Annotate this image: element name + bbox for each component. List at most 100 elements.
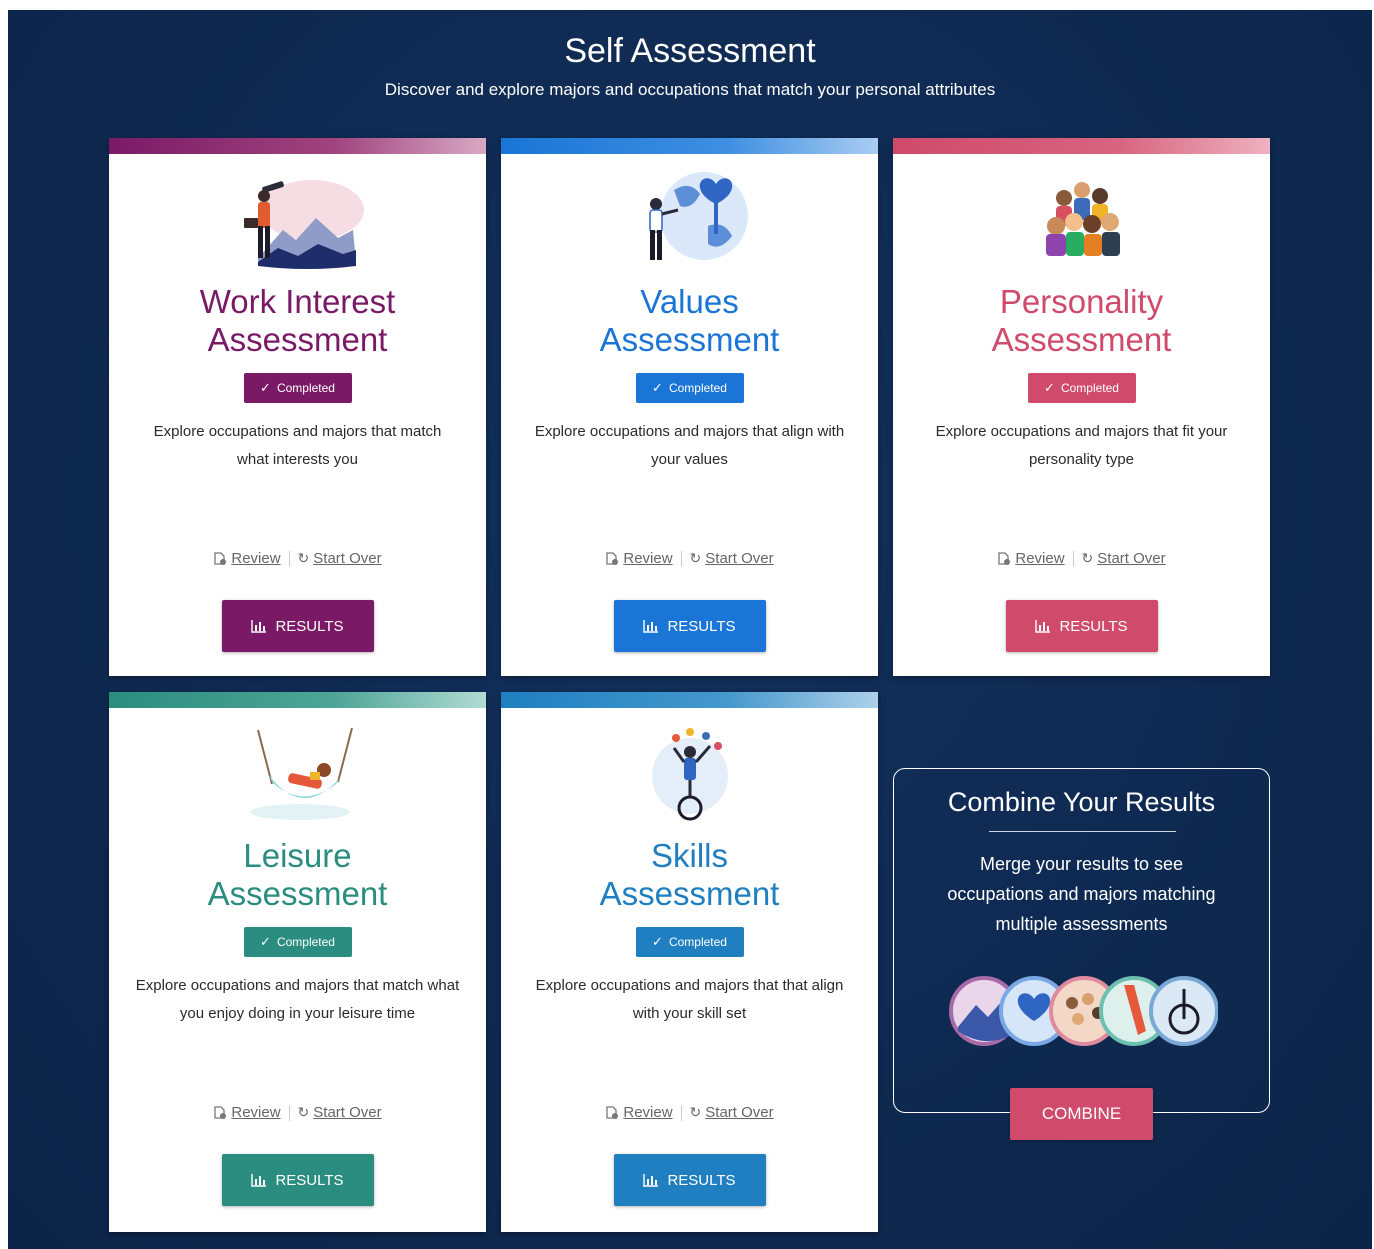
combine-results-panel: Combine Your Results Merge your results … <box>893 768 1270 1113</box>
results-button[interactable]: RESULTS <box>1005 600 1158 652</box>
results-button[interactable]: RESULTS <box>221 1154 374 1206</box>
start-over-link[interactable]: ↻ Start Over <box>690 1104 774 1121</box>
card-title-line1: Skills <box>650 837 728 874</box>
badge-label: Completed <box>1060 381 1119 395</box>
start-over-link[interactable]: ↻ Start Over <box>298 550 382 567</box>
review-label: Review <box>623 550 673 567</box>
check-icon: ✓ <box>1044 380 1055 395</box>
review-link[interactable]: Review <box>213 550 281 567</box>
completed-badge: ✓ Completed <box>243 373 352 403</box>
completed-badge: ✓ Completed <box>243 927 352 957</box>
link-divider <box>680 1104 682 1121</box>
hammock-illustration <box>249 727 353 820</box>
results-label: RESULTS <box>667 617 736 635</box>
results-label: RESULTS <box>275 617 344 635</box>
combine-button[interactable]: COMBINE <box>1010 1088 1153 1140</box>
link-divider <box>1072 550 1074 567</box>
work-interest-card: Work Interest Assessment ✓ Completed Exp… <box>109 138 486 676</box>
card-title-line2: Assessment <box>599 321 780 358</box>
card-accent-bar <box>893 138 1270 154</box>
start-over-label: Start Over <box>705 550 774 567</box>
card-title-line1: Leisure <box>243 837 352 874</box>
combine-divider <box>989 831 1176 832</box>
card-title-line1: Personality <box>999 283 1164 320</box>
results-button[interactable]: RESULTS <box>613 600 766 652</box>
card-description: Explore occupations and majors that fit … <box>935 423 1228 468</box>
card-title-line2: Assessment <box>207 321 388 358</box>
juggler-unicycle-illustration <box>651 728 728 821</box>
card-accent-bar <box>109 692 486 708</box>
card-links: Review ↻ Start Over <box>109 1104 486 1121</box>
card-accent-bar <box>501 692 878 708</box>
card-description: Explore occupations and majors that that… <box>535 977 844 1022</box>
card-links: Review ↻ Start Over <box>893 550 1270 567</box>
completed-badge: ✓ Completed <box>635 927 744 957</box>
card-description: Explore occupations and majors that alig… <box>534 423 845 468</box>
review-label: Review <box>1015 550 1065 567</box>
link-divider <box>288 1104 290 1121</box>
start-over-link[interactable]: ↻ Start Over <box>298 1104 382 1121</box>
page-background: Self Assessment Discover and explore maj… <box>8 10 1372 1249</box>
card-title-line1: Values <box>640 283 739 320</box>
review-label: Review <box>231 550 281 567</box>
start-over-label: Start Over <box>313 1104 382 1121</box>
card-accent-bar <box>109 138 486 154</box>
combine-description: Merge your results to see occupations an… <box>947 854 1216 934</box>
card-links: Review ↻ Start Over <box>501 1104 878 1121</box>
link-divider <box>680 550 682 567</box>
completed-badge: ✓ Completed <box>1027 373 1136 403</box>
combine-title: Combine Your Results <box>947 787 1216 817</box>
refresh-icon: ↻ <box>297 1104 310 1120</box>
review-label: Review <box>231 1104 281 1121</box>
link-divider <box>288 550 290 567</box>
review-icon <box>214 1105 227 1119</box>
card-title: Skills Assessment <box>501 837 878 913</box>
review-label: Review <box>623 1104 673 1121</box>
badge-label: Completed <box>276 381 335 395</box>
bar-chart-icon <box>643 620 659 633</box>
start-over-link[interactable]: ↻ Start Over <box>1082 550 1166 567</box>
review-icon <box>214 551 227 565</box>
results-label: RESULTS <box>667 1171 736 1189</box>
personality-card: Personality Assessment ✓ Completed Explo… <box>893 138 1270 676</box>
page-subtitle: Discover and explore majors and occupati… <box>384 80 996 99</box>
bar-chart-icon <box>251 1174 267 1187</box>
card-accent-bar <box>501 138 878 154</box>
page-title: Self Assessment <box>564 32 816 70</box>
card-title-line2: Assessment <box>207 875 388 912</box>
assessment-circles-image <box>949 976 1218 1046</box>
start-over-label: Start Over <box>313 550 382 567</box>
review-icon <box>606 1105 619 1119</box>
values-card: Values Assessment ✓ Completed Explore oc… <box>501 138 878 676</box>
card-description: Explore occupations and majors that matc… <box>153 423 442 468</box>
completed-badge: ✓ Completed <box>635 373 744 403</box>
review-link[interactable]: Review <box>605 1104 673 1121</box>
card-links: Review ↻ Start Over <box>109 550 486 567</box>
skills-card: Skills Assessment ✓ Completed Explore oc… <box>501 692 878 1232</box>
bar-chart-icon <box>1035 620 1051 633</box>
check-icon: ✓ <box>260 380 271 395</box>
start-over-label: Start Over <box>1097 550 1166 567</box>
check-icon: ✓ <box>652 934 663 949</box>
card-title: Leisure Assessment <box>109 837 486 913</box>
results-label: RESULTS <box>275 1171 344 1189</box>
review-icon <box>998 551 1011 565</box>
results-label: RESULTS <box>1059 617 1128 635</box>
review-link[interactable]: Review <box>213 1104 281 1121</box>
refresh-icon: ↻ <box>689 550 702 566</box>
review-link[interactable]: Review <box>605 550 673 567</box>
results-button[interactable]: RESULTS <box>221 600 374 652</box>
review-link[interactable]: Review <box>997 550 1065 567</box>
group-of-people-illustration <box>1045 182 1120 256</box>
bar-chart-icon <box>643 1174 659 1187</box>
card-title-line1: Work Interest <box>199 283 396 320</box>
badge-label: Completed <box>668 381 727 395</box>
globe-heart-illustration <box>648 172 748 260</box>
start-over-link[interactable]: ↻ Start Over <box>690 550 774 567</box>
check-icon: ✓ <box>652 380 663 395</box>
badge-label: Completed <box>276 935 335 949</box>
results-button[interactable]: RESULTS <box>613 1154 766 1206</box>
card-title: Work Interest Assessment <box>109 283 486 359</box>
refresh-icon: ↻ <box>689 1104 702 1120</box>
card-title-line2: Assessment <box>599 875 780 912</box>
